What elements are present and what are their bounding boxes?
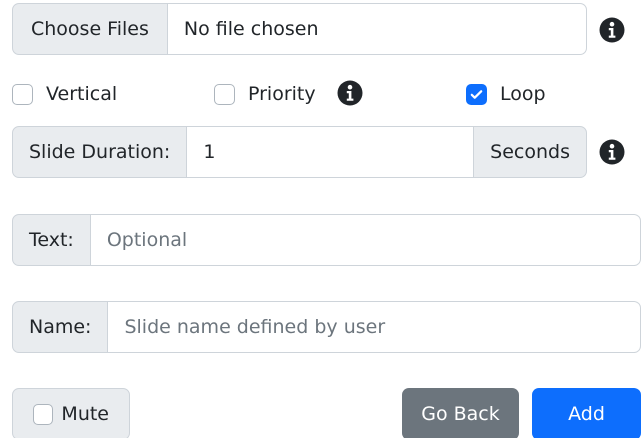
- go-back-button[interactable]: Go Back: [402, 388, 519, 438]
- info-circle-icon[interactable]: [337, 80, 363, 106]
- priority-checkbox[interactable]: Priority: [214, 80, 316, 108]
- name-input[interactable]: Slide name defined by user: [108, 301, 641, 353]
- name-input-group: Name: Slide name defined by user: [12, 301, 641, 353]
- vertical-checkbox-box[interactable]: [12, 83, 33, 105]
- mute-label: Mute: [61, 403, 109, 425]
- duration-input[interactable]: 1: [187, 126, 474, 178]
- text-input[interactable]: Optional: [90, 214, 641, 266]
- text-placeholder: Optional: [106, 229, 188, 251]
- check-icon: [470, 89, 483, 99]
- mute-toggle[interactable]: Mute: [12, 388, 130, 438]
- loop-label: Loop: [500, 83, 546, 105]
- name-label: Name:: [12, 301, 109, 353]
- name-placeholder: Slide name defined by user: [124, 316, 386, 338]
- text-label: Text:: [12, 214, 91, 266]
- info-circle-icon[interactable]: [599, 139, 625, 165]
- text-input-group: Text: Optional: [12, 214, 641, 266]
- vertical-label: Vertical: [46, 83, 118, 105]
- loop-checkbox[interactable]: Loop: [466, 80, 546, 108]
- vertical-checkbox[interactable]: Vertical: [12, 80, 117, 108]
- loop-checkbox-box[interactable]: [466, 83, 487, 105]
- file-status: No file chosen: [167, 3, 587, 55]
- priority-label: Priority: [248, 83, 316, 105]
- mute-checkbox-box[interactable]: [33, 403, 54, 425]
- file-input-group[interactable]: Choose Files No file chosen: [12, 3, 587, 55]
- add-button[interactable]: Add: [532, 388, 641, 438]
- duration-input-group: Slide Duration: 1 Seconds: [12, 126, 587, 178]
- duration-label: Slide Duration:: [12, 126, 188, 178]
- choose-files-button[interactable]: Choose Files: [12, 3, 168, 55]
- duration-unit: Seconds: [473, 126, 587, 178]
- info-circle-icon[interactable]: [599, 17, 625, 43]
- priority-checkbox-box[interactable]: [214, 83, 235, 105]
